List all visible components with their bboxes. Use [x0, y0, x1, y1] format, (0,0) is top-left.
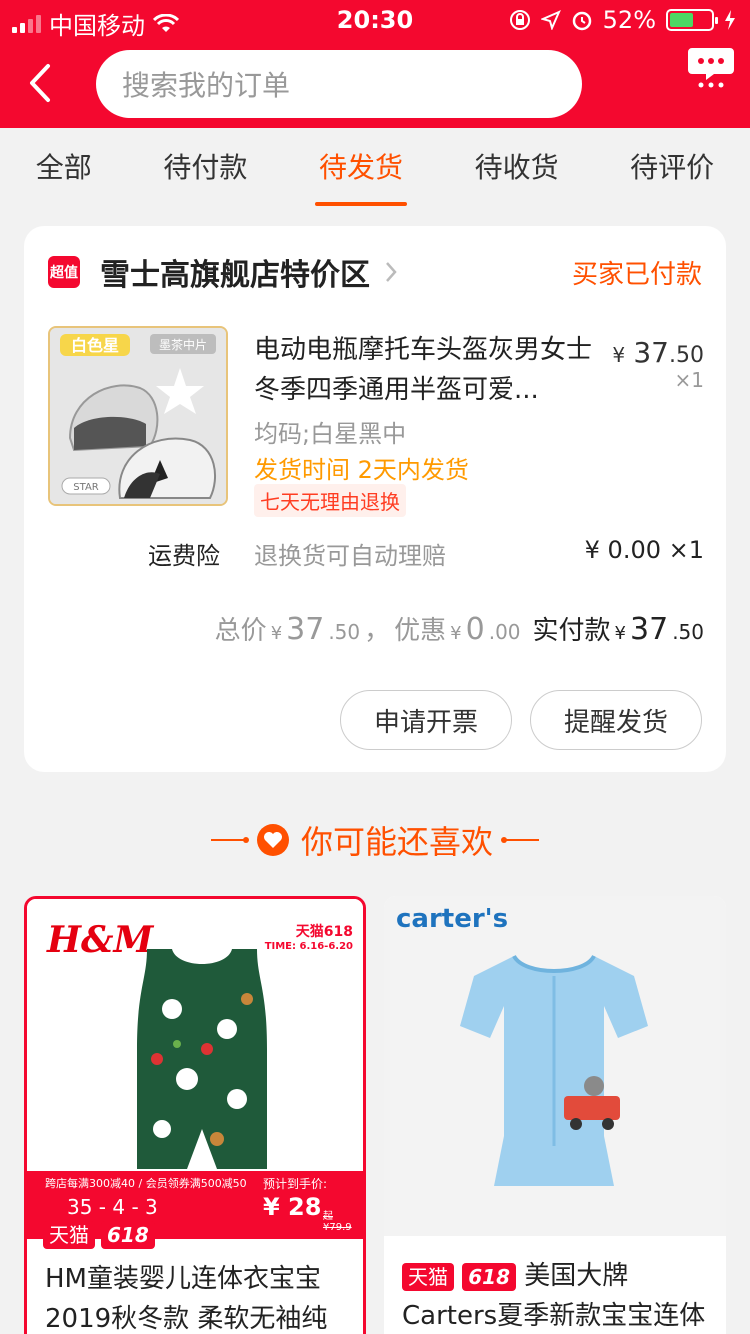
tmall-tag: 天猫 — [402, 1263, 454, 1291]
helmet-illustration: 白色星 墨茶中片 STAR — [50, 328, 226, 504]
tag-618: 618 — [462, 1263, 517, 1291]
divider-right — [501, 837, 539, 843]
ship-time: 发货时间 2天内发货 — [254, 456, 469, 484]
back-arrow-icon[interactable] — [24, 58, 64, 108]
location-icon — [540, 10, 561, 30]
shop-badge-icon: 超值 — [48, 256, 80, 288]
tab-pending-review[interactable]: 待评价 — [626, 128, 718, 212]
status-right: 52% — [509, 6, 736, 34]
total-decimal: .50 — [328, 620, 361, 644]
alarm-icon — [572, 11, 591, 31]
rotation-lock-icon — [509, 10, 530, 30]
search-placeholder: 搜索我的订单 — [122, 69, 291, 102]
tab-pending-shipment[interactable]: 待发货 — [314, 128, 407, 212]
discount-main: 0 — [465, 612, 485, 647]
insurance-label: 运费险 — [148, 542, 220, 570]
shop-name[interactable]: 雪士高旗舰店特价区 — [100, 250, 370, 294]
divider-left — [210, 837, 249, 843]
recommend-title: 你可能还喜欢 — [300, 823, 493, 861]
promo-original-price: 起 ¥79.9 — [323, 1211, 352, 1233]
return-policy-tag: 七天无理由退换 — [254, 484, 406, 517]
product-price: ¥ 37.50 — [612, 336, 704, 369]
tag-618: 618 — [101, 1221, 155, 1249]
tag-row: 天猫 618 — [43, 1221, 155, 1249]
total-main: 37 — [286, 612, 325, 647]
order-card[interactable]: 超值 雪士高旗舰店特价区 买家已付款 白色星 墨茶中片 STAR 电动电瓶摩托车… — [24, 226, 726, 772]
promo-price: ¥ 28 — [263, 1193, 322, 1221]
product-sku: 均码;白星黑中 — [254, 420, 407, 448]
recommend-item-title[interactable]: HM童装婴儿连体衣宝宝2019秋冬款 柔软无袖纯 — [45, 1259, 349, 1334]
romper-illustration — [460, 954, 648, 1186]
search-input[interactable]: 搜索我的订单 — [96, 50, 582, 118]
paid-currency: ¥ — [614, 623, 626, 644]
product-price-decimal: .50 — [669, 343, 704, 368]
promo-line: 跨店每满300减40 / 会员领券满500减50 — [45, 1177, 247, 1190]
message-icon[interactable] — [686, 44, 736, 88]
header: 中国移动 20:30 52% 搜索我的订单 — [0, 0, 750, 128]
shop-row[interactable]: 超值 雪士高旗舰店特价区 买家已付款 — [48, 250, 702, 294]
order-totals: 总价 ¥37.50， 优惠 ¥0.00 实付款 ¥37.50 — [215, 610, 704, 647]
recommend-item-image[interactable]: H&M 天猫618 TIME: 6.16-6.20 跨店每满300减40 / 会… — [27, 899, 363, 1249]
discount-label: 优惠 — [394, 616, 447, 646]
paid-decimal: .50 — [672, 620, 704, 644]
product-image[interactable]: 白色星 墨茶中片 STAR — [48, 326, 228, 506]
product-qty: ×1 — [674, 368, 704, 392]
charging-icon — [725, 10, 735, 30]
battery-fill — [670, 13, 693, 27]
tab-all[interactable]: 全部 — [32, 128, 96, 212]
total-label: 总价 — [214, 616, 267, 646]
image-label-white-star: 白色星 — [71, 336, 119, 355]
promo-price-label: 预计到手价: — [263, 1177, 328, 1191]
image-label-visor: 墨茶中片 — [159, 337, 207, 352]
image-label-star: STAR — [73, 482, 99, 493]
promo-values: 35 - 4 - 3 — [67, 1195, 158, 1219]
heart-icon — [256, 824, 289, 856]
tab-pending-receipt[interactable]: 待收货 — [471, 128, 563, 212]
discount-currency: ¥ — [450, 623, 462, 644]
recommend-header: 你可能还喜欢 — [0, 816, 750, 864]
tab-pending-payment[interactable]: 待付款 — [159, 128, 251, 212]
recommend-item-image[interactable]: carter's — [384, 896, 726, 1236]
order-status: 买家已付款 — [571, 259, 702, 290]
insurance-desc: 退换货可自动理赔 — [254, 542, 446, 570]
insurance-price: ¥ 0.00 ×1 — [584, 536, 704, 564]
romper-illustration — [137, 949, 267, 1169]
battery-percent: 52% — [602, 6, 656, 34]
request-invoice-button[interactable]: 申请开票 — [340, 690, 512, 750]
battery-icon — [666, 9, 718, 31]
discount-decimal: .00 — [488, 620, 521, 644]
chevron-right-icon — [386, 262, 397, 282]
recommend-item[interactable]: H&M 天猫618 TIME: 6.16-6.20 跨店每满300减40 / 会… — [24, 896, 366, 1334]
product-title[interactable]: 电动电瓶摩托车头盔灰男女士冬季四季通用半盔可爱... — [254, 330, 604, 410]
order-tabs: 全部 待付款 待发货 待收货 待评价 — [0, 128, 750, 212]
brand-logo-carters: carter's — [396, 904, 509, 934]
recommend-item-title-block[interactable]: 天猫 618 美国大牌Carters夏季新款宝宝连体衣 — [402, 1256, 712, 1334]
status-bar: 中国移动 20:30 52% — [0, 0, 750, 40]
recommend-item[interactable]: carter's 天猫 618 美国大牌Carters夏季新款宝宝连体衣 — [384, 896, 726, 1334]
totals-separator: ， — [364, 616, 391, 646]
remind-shipment-button[interactable]: 提醒发货 — [530, 690, 702, 750]
paid-label: 实付款 — [532, 616, 611, 646]
paid-main: 37 — [630, 612, 669, 647]
total-currency: ¥ — [270, 623, 283, 644]
product-price-main: 37 — [633, 336, 669, 369]
tmall-tag: 天猫 — [43, 1221, 95, 1249]
product-price-currency: ¥ — [612, 343, 626, 367]
